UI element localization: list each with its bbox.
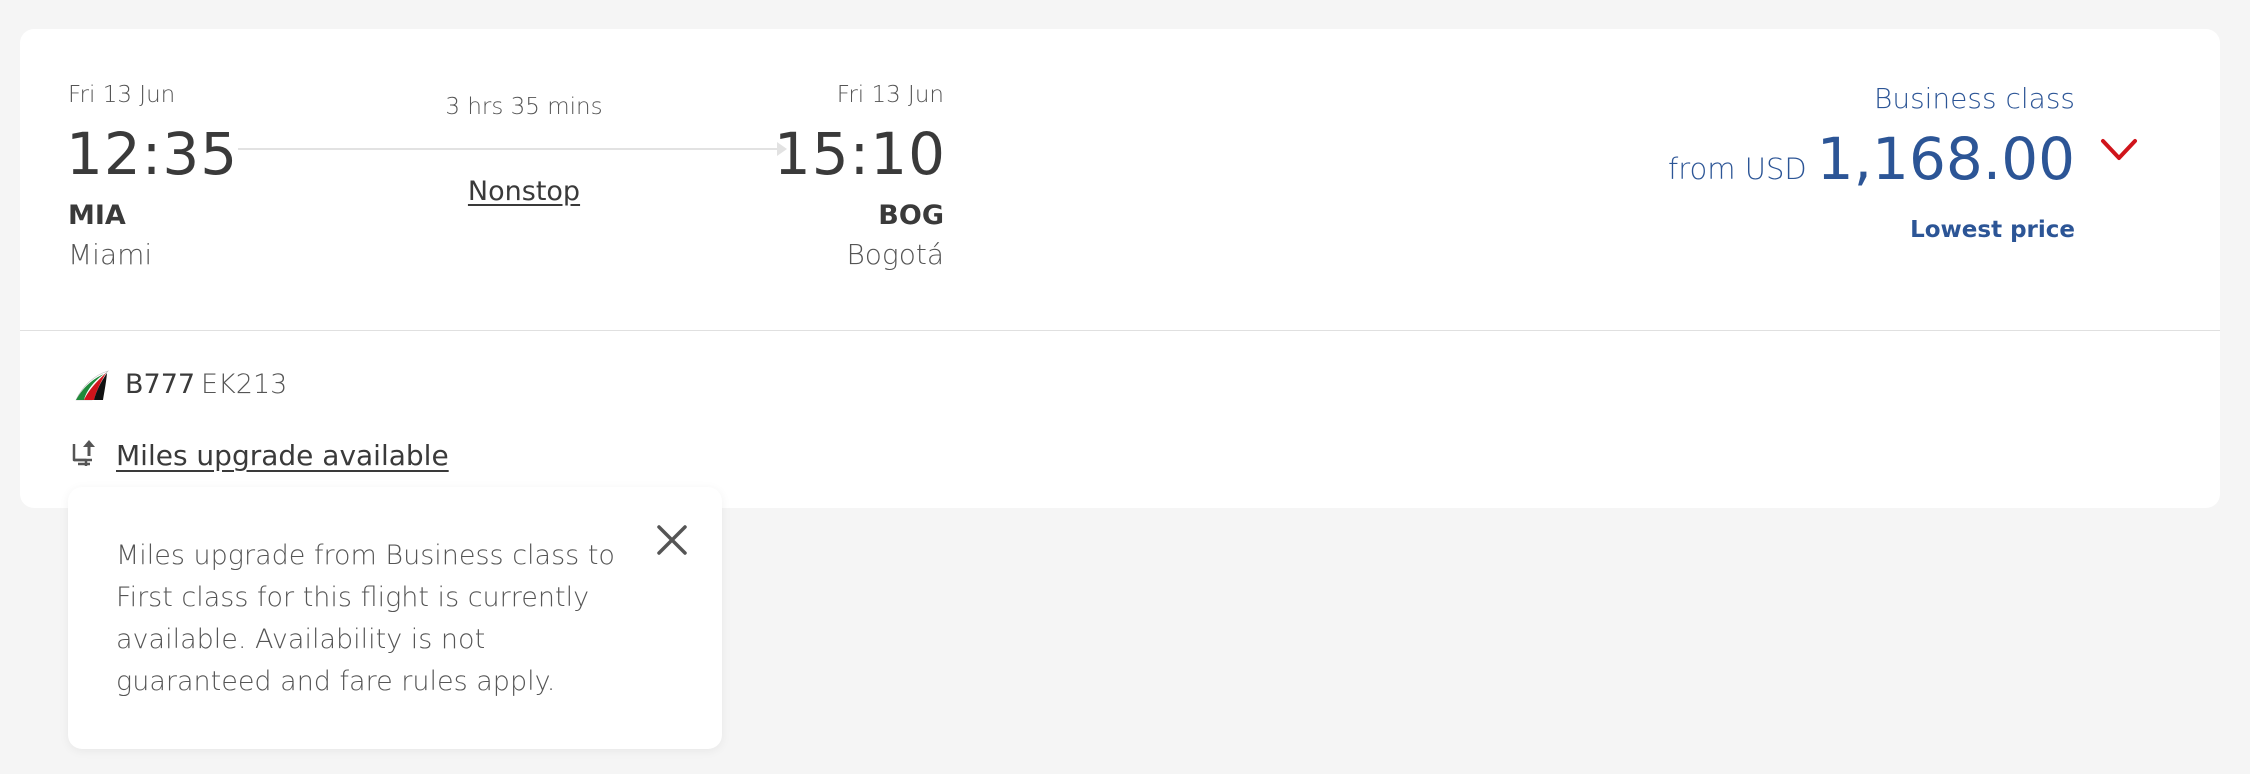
departure-time: 12:35 [66, 120, 239, 188]
cabin-class: Business class [1873, 82, 2075, 115]
arrival-date: Fri 13 Jun [836, 82, 944, 108]
arrival-airport-code: BOG [878, 200, 944, 231]
arrival-city: Bogotá [846, 238, 944, 271]
miles-upgrade-link[interactable]: Miles upgrade available [116, 439, 449, 472]
arrival-time: 15:10 [773, 120, 946, 188]
chevron-down-icon[interactable] [2100, 137, 2138, 163]
card-divider [20, 330, 2220, 331]
aircraft-type: B777 [125, 369, 196, 400]
flight-number: EK213 [201, 369, 288, 400]
flight-card: Fri 13 Jun 12:35 MIA Miami 3 hrs 35 mins… [20, 29, 2220, 508]
departure-city: Miami [68, 238, 153, 271]
route-line [238, 148, 778, 150]
fare-price: from USD 1,168.00 [1668, 125, 2075, 193]
departure-date: Fri 13 Jun [68, 82, 176, 108]
price-amount: 1,168.00 [1816, 125, 2075, 193]
emirates-logo-icon [75, 370, 110, 401]
tooltip-text: Miles upgrade from Business class to Fir… [116, 540, 615, 697]
flight-duration: 3 hrs 35 mins [445, 94, 603, 120]
upgrade-info-tooltip: Miles upgrade from Business class to Fir… [68, 487, 722, 749]
lowest-price-badge: Lowest price [1910, 217, 2075, 243]
price-currency-prefix: from USD [1668, 152, 1807, 186]
nonstop-link[interactable]: Nonstop [374, 176, 674, 207]
seat-upgrade-icon [72, 440, 95, 466]
departure-airport-code: MIA [68, 200, 126, 231]
close-icon[interactable] [654, 522, 690, 558]
